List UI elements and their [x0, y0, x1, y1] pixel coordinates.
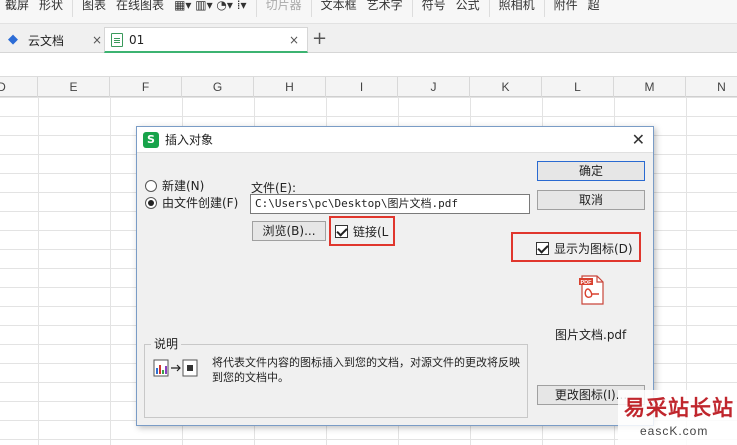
- tab-cloud-label: 云文档: [28, 33, 65, 48]
- tab-bar: ◆ 云文档 × 01 × +: [0, 24, 737, 53]
- ribbon-divider: [255, 0, 257, 17]
- ribbon-formula[interactable]: 公式: [451, 0, 485, 13]
- ribbon-wordart[interactable]: 艺术字: [362, 0, 408, 13]
- dialog-titlebar: S 插入对象 ✕: [137, 127, 653, 153]
- ribbon-more[interactable]: 超: [583, 0, 605, 13]
- watermark-url: eascK.com: [640, 424, 709, 438]
- column-header-cell[interactable]: F: [110, 77, 182, 97]
- show-as-icon-label: 显示为图标(D): [554, 242, 633, 256]
- pdf-file-icon: PDF: [579, 275, 604, 305]
- ribbon-divider: [543, 0, 545, 17]
- radio-from-file-circle[interactable]: [145, 196, 157, 209]
- link-checkbox-label: 链接(L: [353, 225, 389, 239]
- ribbon-divider: [72, 0, 74, 17]
- ribbon-symbol[interactable]: 符号: [417, 0, 451, 13]
- show-as-icon-checkbox[interactable]: 显示为图标(D): [536, 240, 633, 257]
- ribbon-chart[interactable]: 图表: [77, 0, 111, 13]
- description-text: 将代表文件内容的图标插入到您的文档，对源文件的更改将反映到您的文档中。: [212, 356, 520, 384]
- svg-text:PDF: PDF: [581, 280, 593, 286]
- dialog-title: 插入对象: [165, 133, 214, 147]
- icon-caption: 图片文档.pdf: [555, 328, 627, 342]
- radio-new-circle[interactable]: [145, 179, 157, 192]
- site-watermark: 易采站长站 eascK.com: [618, 390, 737, 445]
- column-header-cell[interactable]: G: [182, 77, 254, 97]
- wps-logo-icon: S: [143, 131, 159, 148]
- close-icon[interactable]: ×: [289, 33, 299, 47]
- link-checkbox[interactable]: 链接(L: [335, 223, 388, 240]
- column-header-cell[interactable]: D: [0, 77, 38, 97]
- cancel-button[interactable]: 取消: [537, 190, 645, 210]
- ok-button[interactable]: 确定: [537, 161, 645, 181]
- column-header-cell[interactable]: N: [686, 77, 737, 97]
- column-header: D E F G H I J K L M N: [0, 77, 737, 97]
- link-checkbox-box[interactable]: [335, 225, 348, 238]
- radio-new[interactable]: 新建(N): [145, 177, 204, 194]
- ribbon-slicer[interactable]: 切片器: [261, 0, 307, 13]
- column-header-cell[interactable]: E: [38, 77, 110, 97]
- ribbon-divider: [488, 0, 490, 17]
- cloud-docs-icon: ◆: [8, 32, 18, 47]
- ribbon-camera[interactable]: 照相机: [494, 0, 540, 13]
- formula-bar[interactable]: [0, 53, 737, 77]
- ribbon-divider: [310, 0, 312, 17]
- radio-from-file-label: 由文件创建(F): [162, 196, 239, 210]
- browse-button[interactable]: 浏览(B)...: [252, 221, 326, 241]
- spreadsheet-file-icon: [111, 32, 123, 47]
- tab-cloud-docs[interactable]: ◆ 云文档 ×: [8, 27, 108, 53]
- watermark-title: 易采站长站: [624, 395, 734, 420]
- tab-document[interactable]: 01 ×: [104, 27, 308, 53]
- close-icon[interactable]: ×: [92, 33, 102, 47]
- column-header-cell[interactable]: K: [470, 77, 542, 97]
- ribbon-chart-icons[interactable]: ▦▾ ▥▾ ◔▾ ⁞▾: [169, 0, 252, 12]
- description-title: 说明: [151, 335, 182, 352]
- ribbon-attachment[interactable]: 附件: [549, 0, 583, 13]
- ribbon-divider: [411, 0, 413, 17]
- ribbon-textbox[interactable]: 文本框: [316, 0, 362, 13]
- close-icon[interactable]: ✕: [632, 130, 645, 149]
- radio-new-label: 新建(N): [162, 179, 205, 193]
- radio-from-file[interactable]: 由文件创建(F): [145, 194, 238, 211]
- embed-as-icon-illustration-icon: [153, 359, 198, 377]
- new-tab-icon[interactable]: +: [312, 28, 327, 49]
- file-path-input[interactable]: C:\Users\pc\Desktop\图片文档.pdf: [250, 194, 530, 214]
- ribbon-online-chart[interactable]: 在线图表: [111, 0, 169, 13]
- column-header-cell[interactable]: J: [398, 77, 470, 97]
- ribbon-screenshot[interactable]: 截屏: [0, 0, 34, 13]
- ribbon: 截屏 形状 图表 在线图表 ▦▾ ▥▾ ◔▾ ⁞▾ 切片器 文本框 艺术字 符号…: [0, 0, 737, 24]
- tab-document-label: 01: [129, 32, 145, 47]
- column-header-cell[interactable]: M: [614, 77, 686, 97]
- column-header-cell[interactable]: I: [326, 77, 398, 97]
- insert-object-dialog: S 插入对象 ✕ 新建(N) 由文件创建(F) 文件(E): C:\Users\…: [136, 126, 654, 426]
- show-as-icon-checkbox-box[interactable]: [536, 242, 549, 255]
- ribbon-shape[interactable]: 形状: [34, 0, 68, 13]
- column-header-cell[interactable]: H: [254, 77, 326, 97]
- column-header-cell[interactable]: L: [542, 77, 614, 97]
